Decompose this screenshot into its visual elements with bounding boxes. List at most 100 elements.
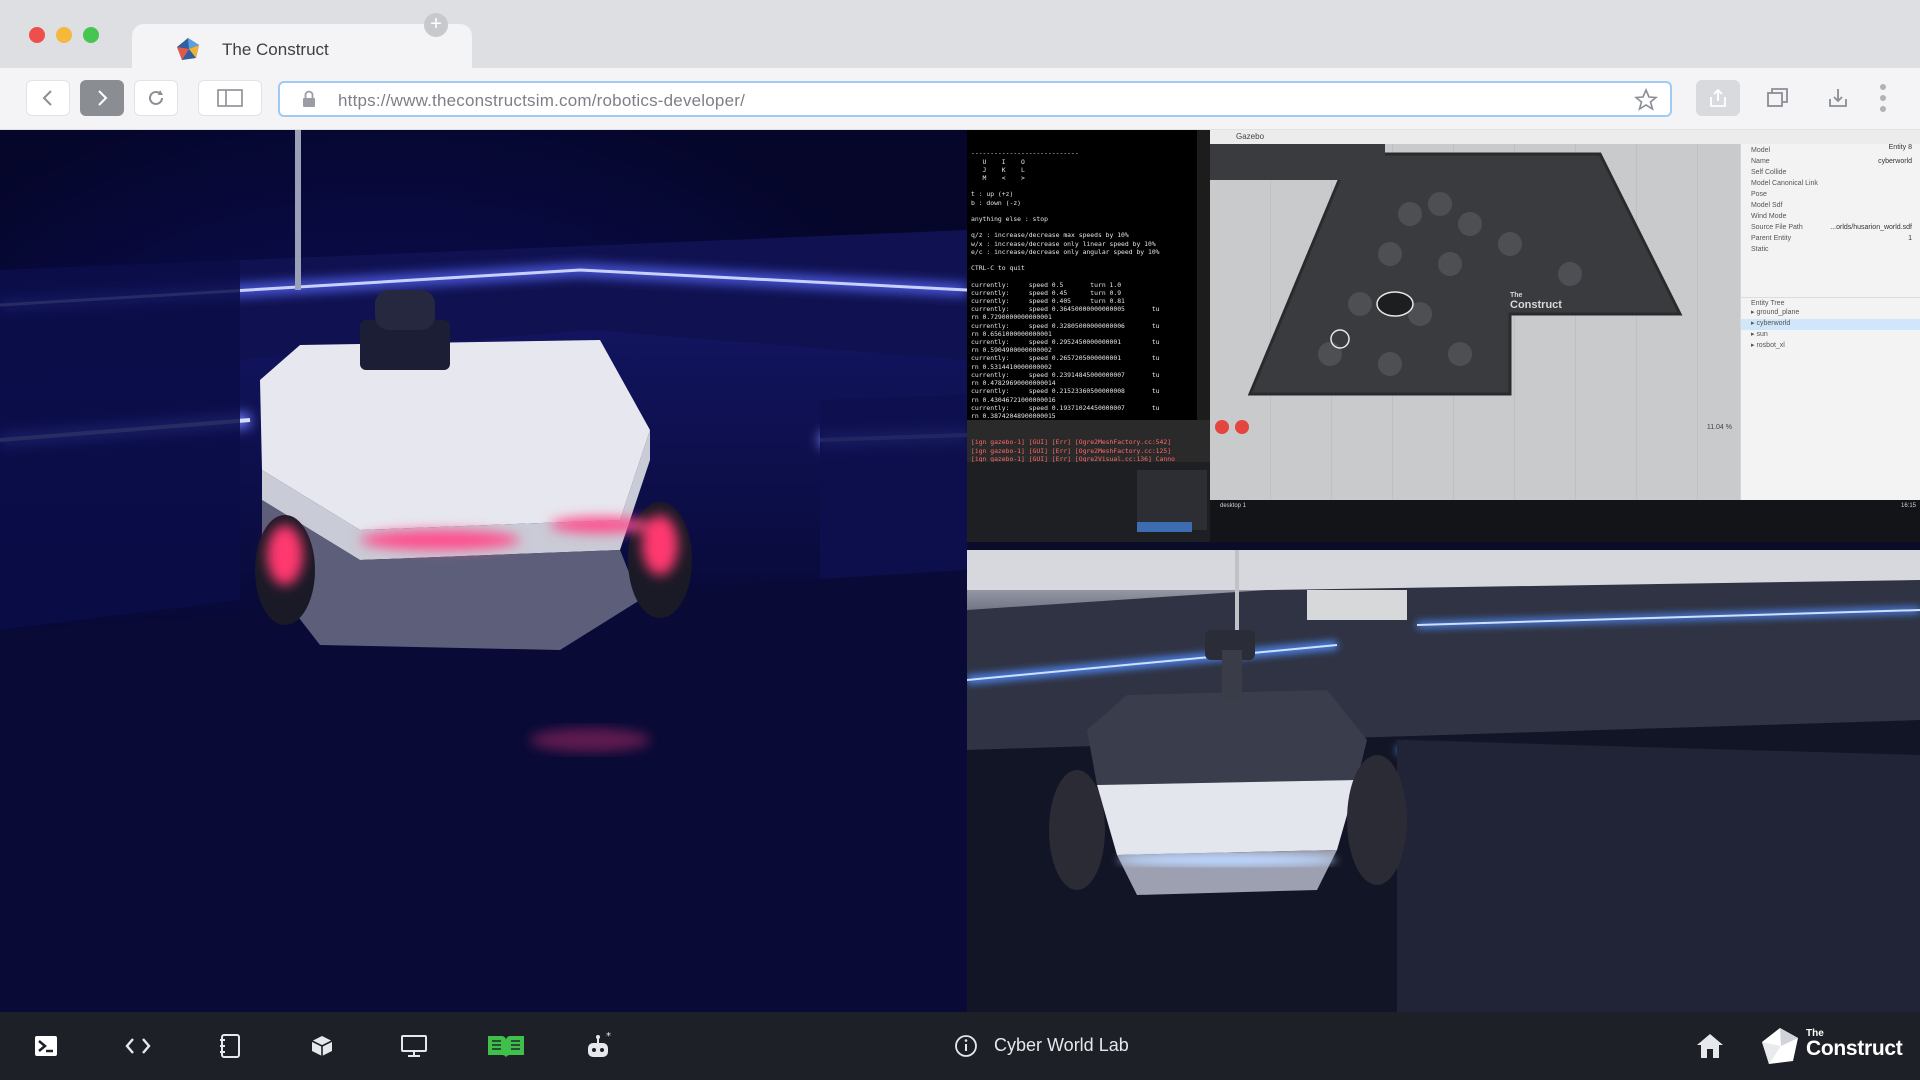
- tabs-icon: [1767, 88, 1788, 107]
- browser-tab[interactable]: The Construct: [132, 24, 472, 70]
- construct-logo-icon: [1762, 1028, 1798, 1064]
- property-row[interactable]: Name cyberworld: [1741, 158, 1920, 169]
- graphical-tools-button[interactable]: [398, 1030, 430, 1062]
- robot-camera-video-right: [967, 550, 1920, 1012]
- pause-button[interactable]: [1215, 420, 1229, 434]
- simulation-tool-button[interactable]: [306, 1030, 338, 1062]
- terminal-line: currently: speed 0.45 turn 0.9: [971, 288, 1122, 297]
- home-icon[interactable]: [1696, 1033, 1724, 1059]
- entity-tree-item[interactable]: ▸ ground_plane: [1741, 308, 1920, 319]
- gazebo-title: Gazebo: [1210, 130, 1920, 144]
- reload-button[interactable]: [134, 80, 178, 116]
- robot-icon: *: [588, 1031, 611, 1057]
- terminal-line: currently: speed 0.32805000000000006 tu: [971, 321, 1160, 330]
- property-key: Parent Entity: [1751, 235, 1792, 242]
- terminal-line: anything else : stop: [971, 215, 1048, 224]
- terminal-line: rn 0.5904900000000002: [971, 346, 1052, 355]
- property-row[interactable]: Wind Mode: [1741, 213, 1920, 224]
- terminal-line: currently: speed 0.405 turn 0.81: [971, 297, 1125, 306]
- terminal-line: currently: speed 0.5 turn 1.0: [971, 280, 1122, 289]
- logo-word-construct: Construct: [1806, 1037, 1903, 1060]
- share-button[interactable]: [1696, 80, 1740, 116]
- download-icon: [1829, 89, 1847, 107]
- terminal-icon: [35, 1036, 57, 1056]
- entity-tree-item[interactable]: ▸ cyberworld: [1741, 319, 1920, 330]
- terminal-line: U I O: [971, 157, 1025, 166]
- lab-title: Cyber World Lab: [994, 1035, 1129, 1055]
- robot-camera-video-left: [0, 130, 967, 1012]
- gazebo-log-terminal[interactable]: [ign gazebo-1] [GUI] [Err] [Ogre2MeshFac…: [967, 420, 1210, 462]
- sidebar-icon: [217, 89, 243, 107]
- property-value: cyberworld: [1878, 158, 1912, 165]
- svg-text:*: *: [606, 1031, 611, 1042]
- notebook-tool-button[interactable]: [214, 1030, 246, 1062]
- terminal-line: rn 0.43046721000000016: [971, 395, 1056, 404]
- maximize-window-button[interactable]: [83, 27, 99, 43]
- terminal-line: CTRL-C to quit: [971, 264, 1025, 273]
- terminal-line: currently: speed 0.2952450000000001 tu: [971, 338, 1160, 347]
- browser-menu-button[interactable]: [1880, 84, 1888, 114]
- cyberworld-map: [1247, 152, 1683, 396]
- inspector-entity-id: Entity 8: [1888, 144, 1912, 151]
- gazebo-component-inspector: Model Entity 8 Name cyberworld Self Collid…: [1740, 144, 1920, 500]
- minimize-window-button[interactable]: [56, 27, 72, 43]
- step-button[interactable]: [1235, 420, 1249, 434]
- new-tab-button[interactable]: +: [424, 13, 448, 37]
- forward-button[interactable]: [80, 80, 124, 116]
- terminal-tool-button[interactable]: [30, 1030, 62, 1062]
- robot-scene-image: [0, 130, 967, 1012]
- desktop-taskbar: desktop 1 16:15: [1210, 500, 1920, 542]
- terminal-line: e/c : increase/decrease only angular spe…: [971, 247, 1160, 256]
- sidebar-toggle-button[interactable]: [198, 80, 262, 116]
- error-log: [ign gazebo-1] [GUI] [Err] [Ogre2MeshFac…: [971, 438, 1206, 462]
- download-button[interactable]: [1816, 80, 1860, 116]
- info-icon[interactable]: [954, 1034, 978, 1058]
- simulation-desktop: ---------------------------- U I O J K L…: [967, 130, 1920, 542]
- entity-tree-item[interactable]: ▸ sun: [1741, 330, 1920, 341]
- teleop-terminal[interactable]: ---------------------------- U I O J K L…: [967, 130, 1197, 420]
- terminal-scrollbar[interactable]: [1197, 130, 1210, 420]
- entity-tree: ▸ ground_plane ▸ cyberworld ▸ sun ▸ rosbot_…: [1741, 308, 1920, 352]
- terminal-output: ---------------------------- U I O J K L…: [971, 149, 1193, 420]
- bookmark-star-icon[interactable]: [1634, 88, 1658, 112]
- back-button[interactable]: [26, 80, 70, 116]
- gazebo-toolbar[interactable]: [1210, 144, 1385, 180]
- desktop-clock: 16:15: [1900, 503, 1916, 509]
- code-editor-tool-button[interactable]: [122, 1030, 154, 1062]
- property-row[interactable]: Parent Entity 1: [1741, 235, 1920, 246]
- entity-tree-item[interactable]: ▸ rosbot_xl: [1741, 341, 1920, 352]
- rosbot-assistant-button[interactable]: *: [582, 1030, 614, 1062]
- property-row[interactable]: Pose: [1741, 191, 1920, 202]
- gazebo-3d-view[interactable]: The Construct 11.04 %: [1210, 144, 1740, 500]
- property-row[interactable]: Source File Path ...orlds/husarion_world.…: [1741, 224, 1920, 235]
- property-value: 1: [1908, 235, 1912, 242]
- real-robot-scene-image: [967, 550, 1920, 1012]
- terminal-line: J K L: [971, 165, 1025, 174]
- property-value: ...orlds/husarion_world.sdf: [1830, 224, 1912, 231]
- address-bar[interactable]: https://www.theconstructsim.com/robotics…: [278, 81, 1672, 117]
- terminal-line: b : down (-z): [971, 198, 1022, 207]
- inspector-header: Model: [1751, 147, 1771, 154]
- lab-notes-button[interactable]: [484, 1030, 528, 1062]
- property-key: Source File Path: [1751, 224, 1803, 231]
- desktop-label[interactable]: desktop 1: [1220, 503, 1246, 509]
- notebook-icon: [220, 1034, 240, 1058]
- construct-logo-icon: [177, 38, 199, 60]
- close-window-button[interactable]: [29, 27, 45, 43]
- chevron-left-icon: [42, 90, 52, 106]
- entity-tree-title: Entity Tree: [1751, 300, 1785, 307]
- property-row[interactable]: Model Canonical Link: [1741, 180, 1920, 191]
- terminal-line: w/x : increase/decrease only linear spee…: [971, 239, 1156, 248]
- property-row[interactable]: Static: [1741, 246, 1920, 257]
- terminal-line: rn 0.47829690000000014: [971, 379, 1056, 388]
- property-row[interactable]: Model Sdf: [1741, 202, 1920, 213]
- lab-bottom-bar: * Cyber World Lab The Construct: [0, 1012, 1920, 1080]
- construct-logo[interactable]: The Construct: [1760, 1024, 1910, 1068]
- property-key: Model Sdf: [1751, 202, 1783, 209]
- error-line: [ign gazebo-1] [GUI] [Err] [Ogre2MeshFac…: [971, 446, 1172, 455]
- tabs-overview-button[interactable]: [1756, 80, 1800, 116]
- property-row[interactable]: Self Collide: [1741, 169, 1920, 180]
- error-line: [ign gazebo-1] [GUI] [Err] [Ogre2Visual.…: [971, 454, 1175, 462]
